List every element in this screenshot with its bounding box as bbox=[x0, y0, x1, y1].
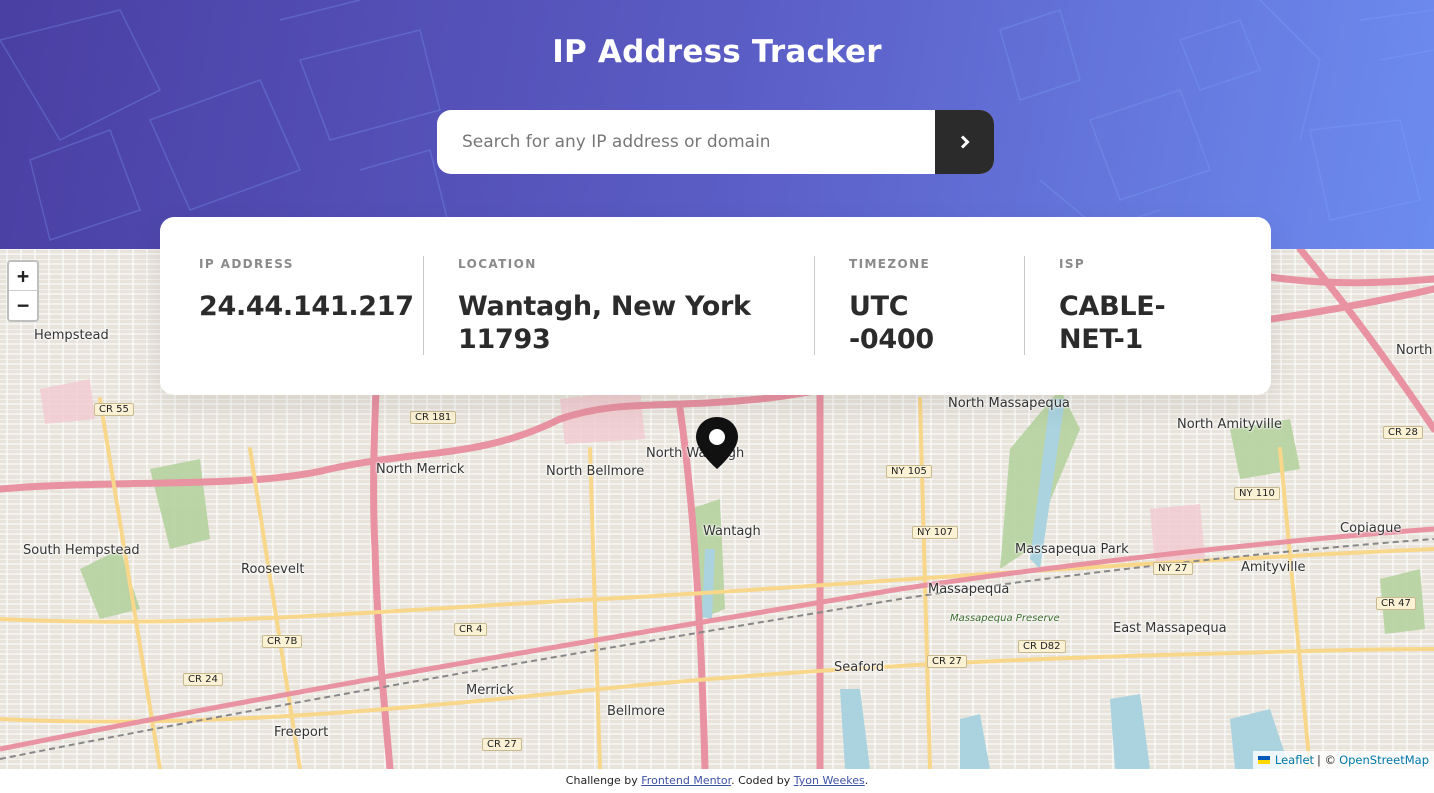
route-shield: CR D82 bbox=[1018, 640, 1066, 653]
timezone-label: TIMEZONE bbox=[849, 257, 931, 271]
footer-middle: . Coded by bbox=[731, 774, 794, 787]
location-label: LOCATION bbox=[458, 257, 537, 271]
route-shield: CR 27 bbox=[482, 738, 522, 751]
map-place-label: Massapequa Park bbox=[1015, 542, 1129, 557]
ukraine-flag-icon bbox=[1257, 756, 1270, 764]
zoom-in-button[interactable]: + bbox=[9, 262, 37, 291]
ip-address-value: 24.44.141.217 bbox=[199, 291, 414, 322]
footer-attribution: Challenge by Frontend Mentor. Coded by T… bbox=[0, 769, 1434, 793]
isp-label: ISP bbox=[1059, 257, 1086, 271]
divider bbox=[1024, 256, 1025, 355]
footer-prefix: Challenge by bbox=[565, 774, 642, 787]
map-place-label: North Amityville bbox=[1177, 417, 1282, 432]
map-place-label: East Massapequa bbox=[1113, 621, 1227, 636]
route-shield: NY 107 bbox=[912, 526, 958, 539]
leaflet-link[interactable]: Leaflet bbox=[1275, 753, 1314, 767]
map-place-label: North bbox=[1396, 343, 1433, 358]
isp-section: ISP CABLE-NET-1 bbox=[1059, 257, 1199, 356]
route-shield: CR 181 bbox=[410, 411, 457, 424]
divider bbox=[814, 256, 815, 355]
divider bbox=[423, 256, 424, 355]
search-input[interactable] bbox=[437, 110, 935, 174]
route-shield: CR 47 bbox=[1376, 597, 1416, 610]
map-place-label: Freeport bbox=[274, 725, 329, 740]
page-title: IP Address Tracker bbox=[552, 34, 882, 70]
openstreetmap-link[interactable]: OpenStreetMap bbox=[1339, 753, 1429, 767]
map-place-label: Hempstead bbox=[34, 328, 109, 343]
map-place-label: North Bellmore bbox=[546, 464, 645, 479]
map-place-label: Copiague bbox=[1340, 521, 1402, 536]
zoom-control: + − bbox=[7, 260, 39, 322]
map-place-label: Wantagh bbox=[703, 524, 761, 539]
map-place-label: Bellmore bbox=[607, 704, 665, 719]
map-attribution: Leaflet | © OpenStreetMap bbox=[1252, 751, 1434, 769]
map-place-label: Roosevelt bbox=[241, 562, 305, 577]
map-place-label: Merrick bbox=[466, 683, 514, 698]
author-link[interactable]: Tyon Weekes bbox=[794, 774, 865, 787]
map-place-label: North Massapequa bbox=[948, 396, 1070, 411]
ip-address-label: IP ADDRESS bbox=[199, 257, 294, 271]
route-shield: NY 110 bbox=[1234, 487, 1280, 500]
header-banner: IP Address Tracker bbox=[0, 0, 1434, 250]
route-shield: NY 27 bbox=[1153, 562, 1193, 575]
map-place-label: North Merrick bbox=[376, 462, 465, 477]
timezone-section: TIMEZONE UTC -0400 bbox=[849, 257, 979, 356]
route-shield: CR 55 bbox=[94, 403, 134, 416]
location-pin-icon[interactable] bbox=[694, 415, 740, 471]
timezone-value: UTC -0400 bbox=[849, 291, 934, 355]
location-section: LOCATION Wantagh, New York 11793 bbox=[458, 257, 758, 356]
ip-address-section: IP ADDRESS 24.44.141.217 bbox=[199, 257, 414, 323]
attribution-separator: | © bbox=[1317, 753, 1337, 767]
isp-value: CABLE-NET-1 bbox=[1059, 291, 1166, 355]
ip-info-card: IP ADDRESS 24.44.141.217 LOCATION Wantag… bbox=[160, 217, 1271, 395]
route-shield: NY 105 bbox=[886, 465, 932, 478]
route-shield: CR 4 bbox=[454, 623, 488, 636]
search-bar bbox=[437, 110, 994, 174]
zoom-out-button[interactable]: − bbox=[9, 291, 37, 320]
chevron-right-icon bbox=[960, 135, 970, 149]
location-value: Wantagh, New York 11793 bbox=[458, 291, 751, 355]
map-place-label: Massapequa bbox=[928, 582, 1010, 597]
route-shield: CR 24 bbox=[183, 673, 223, 686]
map-place-label: Seaford bbox=[834, 660, 885, 675]
route-shield: CR 28 bbox=[1383, 426, 1423, 439]
map-place-label: Amityville bbox=[1241, 560, 1306, 575]
map-place-label: Massapequa Preserve bbox=[950, 613, 1060, 624]
route-shield: CR 27 bbox=[927, 655, 967, 668]
frontend-mentor-link[interactable]: Frontend Mentor bbox=[641, 774, 731, 787]
route-shield: CR 7B bbox=[262, 635, 303, 648]
map-place-label: South Hempstead bbox=[23, 543, 140, 558]
footer-suffix: . bbox=[864, 774, 869, 787]
search-button[interactable] bbox=[935, 110, 994, 174]
